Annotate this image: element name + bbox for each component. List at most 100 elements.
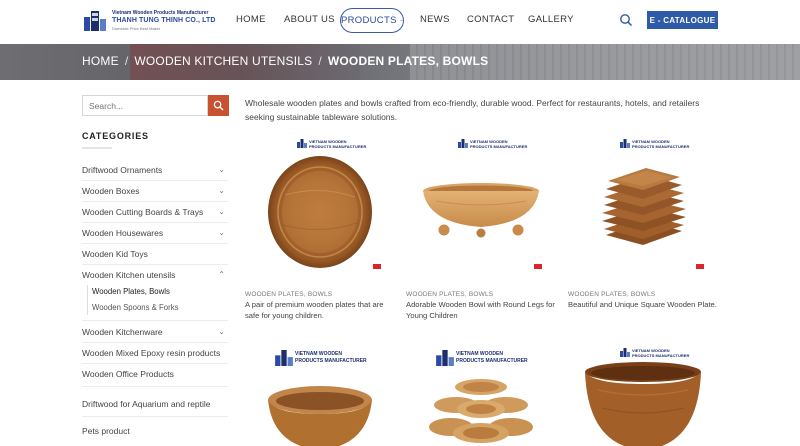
chevron-down-icon[interactable]: ⌄ [218,228,225,237]
watermark-line-2: PRODUCTS MANUFACTURER [309,144,367,149]
watermark-logo-icon [275,350,293,366]
divider [82,180,228,181]
product-image-deep-bowl[interactable] [568,360,718,446]
flag-icon [373,264,381,269]
product-image-round-plate[interactable] [245,135,395,275]
divider [82,201,228,202]
category-label: Wooden Mixed Epoxy resin products [82,348,221,358]
categories-title: CATEGORIES [82,131,149,141]
category-cutting-boards[interactable]: Wooden Cutting Boards & Trays ⌄ [82,207,228,217]
category-wooden-boxes[interactable]: Wooden Boxes ⌄ [82,186,228,196]
chevron-down-icon[interactable]: ⌄ [218,207,225,216]
search-icon [213,100,224,111]
watermark-line-1: VIETNAM WOODEN [295,351,342,357]
category-wooden-kitchenware[interactable]: Wooden Kitchenware ⌄ [82,327,228,337]
categories-underline [82,147,112,149]
watermark-logo-icon [436,350,454,366]
nav-contact[interactable]: CONTACT [467,14,514,25]
category-label: Wooden Kid Toys [82,249,148,259]
product-image-plate-stack[interactable] [406,375,556,446]
category-label: Driftwood for Aquarium and reptile [82,399,211,409]
logo-line-2: THANH TUNG THINH CO., LTD [112,17,216,24]
subcategory-wooden-spoons-forks[interactable]: Wooden Spoons & Forks [92,303,179,312]
search-input[interactable] [82,95,208,116]
watermark-logo-icon [458,139,468,148]
divider [82,264,228,265]
category-wooden-kitchen-utensils[interactable]: Wooden Kitchen utensils ⌃ [82,270,228,280]
nav-home[interactable]: HOME [236,14,266,25]
flag-icon [696,264,704,269]
watermark-line-2: PRODUCTS MANUFACTURER [295,358,367,364]
watermark-line-2: PRODUCTS MANUFACTURER [470,144,528,149]
nav-about-us[interactable]: ABOUT US [284,14,335,25]
divider [82,416,228,417]
flag-icon [534,264,542,269]
search-submit-button[interactable] [208,95,229,116]
category-label: Pets product [82,426,130,436]
watermark-line-1: VIETNAM WOODEN [456,351,503,357]
logo-line-1: Vietnam Wooden Products Manufacturer [112,10,209,16]
breadcrumb-separator: / [318,54,322,68]
category-intro-text: Wholesale wooden plates and bowls crafte… [245,98,700,122]
category-wooden-kid-toys[interactable]: Wooden Kid Toys [82,249,228,259]
e-catalogue-button[interactable]: E - CATALOGUE [647,11,718,29]
site-logo[interactable]: Vietnam Wooden Products Manufacturer THA… [82,7,215,37]
logo-mark-icon [84,11,106,31]
nav-products[interactable]: PRODUCTS [340,8,404,33]
divider [82,320,228,321]
product-title[interactable]: Beautiful and Unique Square Wooden Plate… [568,300,718,311]
divider [82,363,228,364]
breadcrumb: HOME / WOODEN KITCHEN UTENSILS / WOODEN PLAT… [82,54,488,68]
breadcrumb-separator: / [124,54,129,68]
category-pets-product[interactable]: Pets product [82,426,228,436]
product-image-bowl-legs[interactable] [406,135,556,275]
nav-products-label: PRODUCTS [341,15,397,26]
product-category[interactable]: WOODEN PLATES, BOWLS [245,291,332,298]
watermark-logo-icon [620,139,630,148]
watermark-line-2: PRODUCTS MANUFACTURER [632,353,690,358]
chevron-down-icon[interactable]: ⌄ [218,327,225,336]
chevron-down-icon[interactable]: ⌄ [218,165,225,174]
breadcrumb-parent[interactable]: WOODEN KITCHEN UTENSILS [134,54,312,68]
product-card[interactable]: VIETNAM WOODEN PRODUCTS MANUFACTURER [568,345,718,446]
category-wooden-office-products[interactable]: Wooden Office Products [82,369,228,379]
watermark-line-2: PRODUCTS MANUFACTURER [632,144,690,149]
product-category[interactable]: WOODEN PLATES, BOWLS [568,291,655,298]
category-driftwood-aquarium[interactable]: Driftwood for Aquarium and reptile [82,399,228,409]
divider [82,222,228,223]
category-label: Wooden Cutting Boards & Trays [82,207,204,217]
divider [82,342,228,343]
search-icon[interactable] [619,13,633,27]
category-label: Wooden Boxes [82,186,140,196]
product-card[interactable]: VIETNAM WOODEN PRODUCTS MANUFACTURER [406,345,556,446]
site-header: Vietnam Wooden Products Manufacturer THA… [0,0,800,44]
category-label: Wooden Housewares [82,228,164,238]
category-label: Wooden Office Products [82,369,174,379]
chevron-down-icon[interactable]: ⌄ [218,186,225,195]
product-image-round-bowl[interactable] [245,380,395,446]
logo-line-3: Domestic Price Best Maker [112,26,161,31]
category-label: Wooden Kitchenware [82,327,163,337]
divider [82,243,228,244]
watermark-logo-icon [297,139,307,148]
product-title[interactable]: Adorable Wooden Bowl with Round Legs for… [406,300,556,321]
product-title[interactable]: A pair of premium wooden plates that are… [245,300,395,321]
nav-gallery[interactable]: GALLERY [528,14,574,25]
subcategory-indent-line [87,285,88,315]
breadcrumb-current: WOODEN PLATES, BOWLS [327,54,489,68]
page-banner: HOME / WOODEN KITCHEN UTENSILS / WOODEN PLAT… [0,44,800,80]
product-card[interactable]: VIETNAM WOODEN PRODUCTS MANUFACTURER [245,345,395,446]
chevron-up-icon[interactable]: ⌃ [218,270,225,279]
category-epoxy-resin-products[interactable]: Wooden Mixed Epoxy resin products [82,348,228,358]
category-label: Wooden Kitchen utensils [82,270,176,280]
chevron-down-icon [400,19,403,22]
nav-news[interactable]: NEWS [420,14,450,25]
product-category[interactable]: WOODEN PLATES, BOWLS [406,291,493,298]
watermark-logo-icon [620,348,630,357]
breadcrumb-home[interactable]: HOME [82,54,119,68]
product-image-square-plates[interactable] [568,135,718,275]
category-wooden-housewares[interactable]: Wooden Housewares ⌄ [82,228,228,238]
subcategory-wooden-plates-bowls[interactable]: Wooden Plates, Bowls [92,287,170,296]
category-label: Driftwood Ornaments [82,165,163,175]
category-driftwood-ornaments[interactable]: Driftwood Ornaments ⌄ [82,165,228,175]
